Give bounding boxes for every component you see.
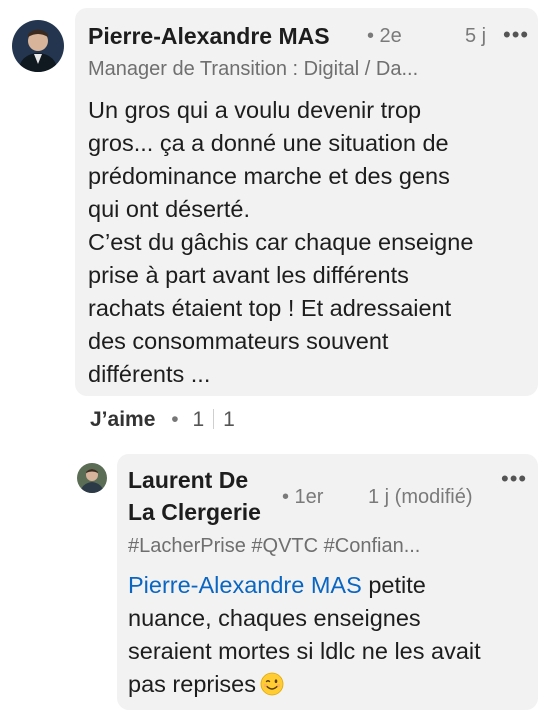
reply-bubble: Laurent De La Clergerie • 1er 1 j (modif…: [117, 454, 538, 710]
comment-text-line: C’est du gâchis car chaque enseigne: [88, 229, 474, 255]
comment-body: Un gros qui a voulu devenir trop gros...…: [88, 94, 473, 391]
comment-text-line: Un gros qui a voulu devenir trop: [88, 97, 422, 123]
separator-dot: •: [171, 408, 179, 431]
author-headline: #LacherPrise #QVTC #Confian...: [128, 535, 421, 557]
comment-author-name[interactable]: Pierre-Alexandre MAS: [88, 23, 330, 50]
reply-count[interactable]: 1: [223, 408, 235, 431]
reply-author-name-line1[interactable]: Laurent De: [128, 467, 248, 494]
comment-text-line: prise à part avant les différents: [88, 262, 409, 288]
comment-text-line: gros... ça a donné une situation de: [88, 130, 449, 156]
comment-text-line: prédominance marche et des gens: [88, 163, 450, 189]
reply-text: petite: [361, 572, 426, 598]
avatar-photo: [77, 463, 107, 493]
comment-text-line: rachats étaient top ! Et adressaient: [88, 295, 452, 321]
reply-text-line: pas reprises: [128, 668, 481, 701]
comment-timestamp: 5 j: [465, 25, 487, 47]
divider: [213, 409, 215, 429]
connection-degree: • 1er: [282, 486, 324, 508]
author-headline: Manager de Transition : Digital / Da...: [88, 58, 419, 80]
reply-text-line: nuance, chaques enseignes: [128, 605, 421, 631]
avatar-photo: [12, 20, 64, 72]
avatar-pierre-alexandre[interactable]: [12, 20, 64, 72]
comment-bubble: Pierre-Alexandre MAS • 2e 5 j ••• Manage…: [75, 8, 538, 396]
like-button[interactable]: J’aime: [90, 408, 155, 431]
comment-text-line: des consommateurs souvent: [88, 328, 389, 354]
reply-author-name-line2[interactable]: La Clergerie: [128, 499, 261, 526]
like-count[interactable]: 1: [192, 408, 204, 431]
mention-link[interactable]: Pierre-Alexandre MAS: [128, 572, 362, 598]
reply-body: Pierre-Alexandre MAS petite nuance, chaq…: [128, 569, 481, 701]
comment-text-line: différents ...: [88, 361, 211, 387]
reply-timestamp: 1 j (modifié): [368, 486, 473, 508]
more-options-icon[interactable]: •••: [503, 24, 529, 46]
connection-degree: • 2e: [367, 25, 402, 47]
reply-text-line: Pierre-Alexandre MAS petite: [128, 569, 481, 602]
winking-face-emoji-icon: [260, 672, 284, 696]
reply-text-line: seraient mortes si ldlc ne les avait: [128, 638, 481, 664]
comment-text-line: qui ont déserté.: [88, 196, 250, 222]
more-options-icon[interactable]: •••: [501, 468, 527, 490]
reply-text: pas reprises: [128, 671, 256, 697]
comment-actions: J’aime • 11: [90, 408, 235, 432]
avatar-laurent[interactable]: [77, 463, 107, 493]
